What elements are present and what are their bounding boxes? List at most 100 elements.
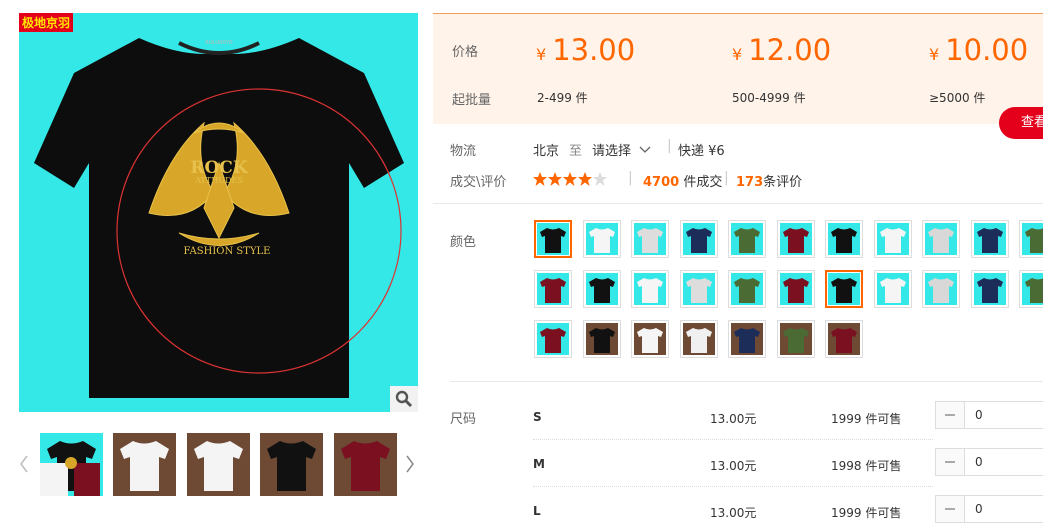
color-swatch-13[interactable] bbox=[582, 270, 621, 308]
color-swatch-26[interactable] bbox=[679, 320, 718, 358]
tshirt-swatch-icon bbox=[685, 278, 712, 303]
stars-icon bbox=[533, 172, 607, 186]
express-fee: 快递 ¥6 bbox=[678, 144, 725, 159]
quantity-input[interactable]: 0 bbox=[965, 496, 983, 522]
tshirt-swatch-icon bbox=[831, 328, 857, 353]
star-rating bbox=[533, 172, 609, 186]
color-swatch-18[interactable] bbox=[825, 270, 863, 308]
minus-button[interactable] bbox=[936, 496, 965, 522]
size-price: 13.00元 bbox=[710, 412, 757, 426]
color-swatch-4[interactable] bbox=[679, 220, 718, 258]
color-swatch-2[interactable] bbox=[582, 220, 621, 258]
tshirt-swatch-icon bbox=[685, 328, 712, 353]
separator: | bbox=[628, 170, 633, 186]
thumb-prev-arrow[interactable] bbox=[17, 450, 31, 478]
color-swatch-15[interactable] bbox=[679, 270, 718, 308]
color-swatch-1[interactable] bbox=[534, 220, 572, 258]
color-swatch-14[interactable] bbox=[631, 270, 669, 308]
price-label: 价格 bbox=[452, 45, 479, 60]
size-name: S bbox=[533, 410, 542, 424]
tshirt-swatch-icon bbox=[1025, 228, 1043, 253]
shirt-print-rock: ROCK bbox=[190, 158, 248, 178]
thumbnail-2[interactable] bbox=[113, 433, 176, 496]
tshirt-swatch-icon bbox=[637, 278, 663, 303]
color-swatch-20[interactable] bbox=[922, 270, 960, 308]
color-swatch-6[interactable] bbox=[776, 220, 815, 258]
tshirt-swatch-icon bbox=[588, 228, 615, 253]
tshirt-swatch-icon bbox=[976, 278, 1003, 303]
color-swatch-10[interactable] bbox=[970, 220, 1009, 258]
range-tier-2: 500-4999 件 bbox=[732, 91, 806, 105]
color-swatch-19[interactable] bbox=[873, 270, 912, 308]
tshirt-swatch-icon bbox=[588, 328, 615, 353]
tshirt-swatch-icon bbox=[782, 278, 809, 303]
color-swatch-16[interactable] bbox=[728, 270, 766, 308]
zoom-button[interactable] bbox=[390, 386, 418, 412]
color-swatch-22[interactable] bbox=[1019, 270, 1043, 308]
color-swatch-12[interactable] bbox=[534, 270, 572, 308]
range-tier-3: ≥5000 件 bbox=[929, 91, 986, 105]
quantity-stepper[interactable]: 0 bbox=[935, 448, 1043, 476]
row-divider bbox=[533, 439, 933, 440]
tshirt-thumb-icon bbox=[120, 441, 169, 491]
color-label: 颜色 bbox=[450, 235, 477, 250]
tshirt-swatch-icon bbox=[1025, 278, 1043, 303]
color-swatch-27[interactable] bbox=[728, 320, 766, 358]
color-swatch-25[interactable] bbox=[631, 320, 669, 358]
logistics-label: 物流 bbox=[450, 144, 477, 159]
main-product-image[interactable]: ROCK ATTHUDES FASHION STYLE ROLUNSYO 极地京… bbox=[19, 13, 418, 412]
separator: | bbox=[667, 138, 672, 154]
thumbnail-3[interactable] bbox=[187, 433, 250, 496]
color-swatch-5[interactable] bbox=[728, 220, 766, 258]
tshirt-swatch-icon bbox=[928, 278, 954, 303]
quantity-input[interactable]: 0 bbox=[965, 402, 983, 428]
thumbnail-1[interactable] bbox=[40, 433, 103, 496]
size-stock: 1999 件可售 bbox=[831, 412, 902, 426]
view-button[interactable]: 查看 bbox=[999, 107, 1043, 139]
color-swatch-21[interactable] bbox=[970, 270, 1009, 308]
chevron-left-icon bbox=[20, 455, 28, 473]
color-swatch-29[interactable] bbox=[825, 320, 863, 358]
tshirt-swatch-icon bbox=[928, 228, 954, 253]
batch-label: 起批量 bbox=[452, 93, 492, 108]
review-count[interactable]: 173条评价 bbox=[736, 171, 802, 190]
tshirt-swatch-icon bbox=[831, 228, 857, 253]
color-swatch-3[interactable] bbox=[631, 220, 669, 258]
deals-label: 成交\评价 bbox=[450, 175, 507, 190]
divider bbox=[450, 381, 1043, 382]
minus-button[interactable] bbox=[936, 402, 965, 428]
thumbnail-4[interactable] bbox=[260, 433, 323, 496]
tshirt-swatch-icon bbox=[879, 228, 906, 253]
minus-button[interactable] bbox=[936, 449, 965, 475]
destination-select[interactable]: 请选择 bbox=[592, 140, 651, 159]
color-swatch-24[interactable] bbox=[582, 320, 621, 358]
thumb-next-arrow[interactable] bbox=[403, 450, 417, 478]
logistics-from: 北京 bbox=[533, 144, 560, 159]
quantity-input[interactable]: 0 bbox=[965, 449, 983, 475]
separator: | bbox=[724, 170, 729, 186]
color-swatch-23[interactable] bbox=[534, 320, 572, 358]
color-swatch-7[interactable] bbox=[825, 220, 863, 258]
price-tier-1: ¥13.00 bbox=[536, 33, 636, 67]
tshirt-swatch-icon bbox=[588, 278, 615, 303]
size-stock: 1999 件可售 bbox=[831, 506, 902, 520]
tshirt-swatch-icon bbox=[879, 278, 906, 303]
minus-icon bbox=[945, 508, 955, 510]
price-tier-3: ¥10.00 bbox=[929, 33, 1029, 67]
color-swatch-28[interactable] bbox=[776, 320, 815, 358]
size-name: M bbox=[533, 457, 545, 471]
range-tier-1: 2-499 件 bbox=[537, 91, 588, 105]
color-swatch-9[interactable] bbox=[922, 220, 960, 258]
brand-tag: 极地京羽 bbox=[19, 13, 74, 32]
thumbnail-5[interactable] bbox=[334, 433, 397, 496]
tshirt-swatch-icon bbox=[831, 278, 857, 303]
color-swatch-17[interactable] bbox=[776, 270, 815, 308]
row-divider bbox=[533, 486, 933, 487]
destination-select-label: 请选择 bbox=[592, 144, 632, 159]
quantity-stepper[interactable]: 0 bbox=[935, 401, 1043, 429]
color-swatch-8[interactable] bbox=[873, 220, 912, 258]
quantity-stepper[interactable]: 0 bbox=[935, 495, 1043, 523]
minus-icon bbox=[945, 414, 955, 416]
color-swatch-11[interactable] bbox=[1019, 220, 1043, 258]
shirt-print-fashion: FASHION STYLE bbox=[183, 246, 270, 257]
